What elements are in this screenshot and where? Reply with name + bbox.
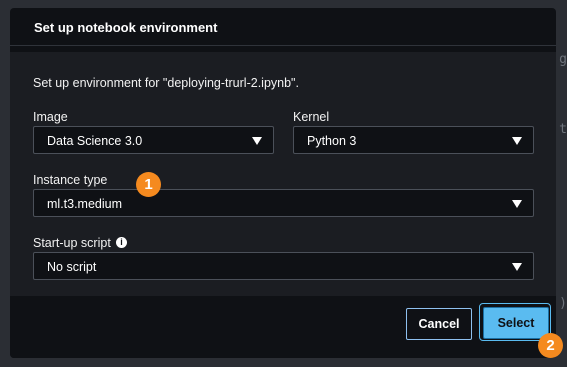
step-badge-1: 1	[136, 172, 161, 197]
select-button[interactable]: Select	[483, 307, 549, 339]
dialog-title: Set up notebook environment	[34, 20, 218, 35]
intro-text: Set up environment for "deploying-trurl-…	[33, 76, 299, 90]
info-icon[interactable]: i	[116, 237, 127, 248]
cancel-button[interactable]: Cancel	[406, 308, 472, 340]
setup-environment-dialog: Set up notebook environment Set up envir…	[10, 8, 556, 358]
editor-text: g	[559, 52, 567, 67]
dialog-header: Set up notebook environment	[10, 8, 556, 46]
startup-script-select-value: No script	[47, 260, 97, 274]
kernel-select[interactable]: Python 3	[293, 126, 534, 154]
editor-text: )	[559, 296, 567, 311]
instance-type-label: Instance type	[33, 173, 108, 187]
dialog-footer: Cancel Select	[10, 296, 556, 358]
image-label: Image	[33, 110, 68, 124]
image-select-value: Data Science 3.0	[47, 134, 143, 148]
kernel-label: Kernel	[293, 110, 330, 124]
caret-down-icon	[512, 137, 522, 145]
caret-down-icon	[512, 200, 522, 208]
startup-script-label: Start-up script	[33, 236, 111, 250]
editor-text: t	[559, 122, 567, 137]
kernel-select-value: Python 3	[307, 134, 357, 148]
caret-down-icon	[252, 137, 262, 145]
startup-script-select[interactable]: No script	[33, 252, 534, 280]
caret-down-icon	[512, 263, 522, 271]
dialog-body: Set up environment for "deploying-trurl-…	[10, 52, 556, 296]
instance-type-select[interactable]: ml.t3.medium	[33, 189, 534, 217]
step-badge-2: 2	[538, 333, 563, 358]
image-select[interactable]: Data Science 3.0	[33, 126, 274, 154]
instance-type-select-value: ml.t3.medium	[47, 197, 123, 211]
